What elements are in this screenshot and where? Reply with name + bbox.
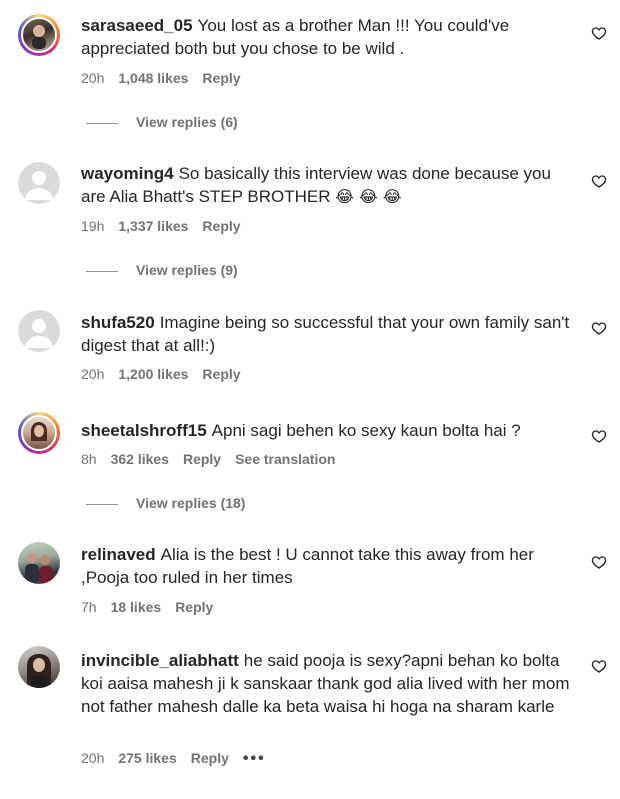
view-replies-button[interactable]: View replies (18) [86, 495, 245, 511]
likes-count[interactable]: 1,048 likes [118, 70, 188, 86]
reply-button[interactable]: Reply [202, 218, 240, 234]
comment-username[interactable]: sheetalshroff15 [81, 421, 207, 440]
comment-body: Apni sagi behen ko sexy kaun bolta hai ? [211, 421, 521, 440]
more-options-icon[interactable]: ••• [243, 750, 266, 767]
comment-time[interactable]: 20h [81, 70, 104, 86]
comment-meta: 19h 1,337 likes Reply [81, 218, 255, 234]
heart-outline-icon[interactable] [591, 25, 607, 41]
see-translation-button[interactable]: See translation [235, 451, 335, 467]
comment-username[interactable]: wayoming4 [81, 164, 174, 183]
comment-meta: 20h 1,048 likes Reply [81, 70, 255, 86]
likes-count[interactable]: 1,200 likes [118, 366, 188, 382]
reply-button[interactable]: Reply [183, 451, 221, 467]
comment-text: relinaved Alia is the best ! U cannot tak… [81, 543, 571, 589]
view-replies-label: View replies (6) [136, 114, 238, 130]
reply-button[interactable]: Reply [191, 750, 229, 766]
likes-count[interactable]: 275 likes [118, 750, 176, 766]
comment-meta: 20h 275 likes Reply ••• [81, 750, 280, 768]
reply-button[interactable]: Reply [202, 70, 240, 86]
comment-text: sarasaeed_05 You lost as a brother Man !!… [81, 14, 571, 60]
laughing-emoji: 😂 😂 😂 [335, 187, 402, 206]
default-avatar-icon[interactable] [18, 162, 60, 204]
divider-line [86, 503, 118, 505]
view-replies-button[interactable]: View replies (6) [86, 114, 238, 130]
comment-time[interactable]: 7h [81, 599, 97, 615]
likes-count[interactable]: 18 likes [111, 599, 162, 615]
comment-username[interactable]: relinaved [81, 545, 156, 564]
heart-outline-icon[interactable] [591, 320, 607, 336]
heart-outline-icon[interactable] [591, 428, 607, 444]
comment-text: wayoming4 So basically this interview was… [81, 162, 571, 208]
heart-outline-icon[interactable] [591, 658, 607, 674]
avatar[interactable] [18, 646, 60, 688]
comment-meta: 20h 1,200 likes Reply [81, 366, 255, 382]
comment-username[interactable]: invincible_aliabhatt [81, 651, 239, 670]
likes-count[interactable]: 362 likes [111, 451, 169, 467]
view-replies-label: View replies (9) [136, 262, 238, 278]
comment-text: invincible_aliabhatt he said pooja is sex… [81, 649, 571, 718]
likes-count[interactable]: 1,337 likes [118, 218, 188, 234]
view-replies-label: View replies (18) [136, 495, 246, 511]
default-avatar-icon[interactable] [18, 310, 60, 352]
comment-username[interactable]: sarasaeed_05 [81, 16, 193, 35]
comment-time[interactable]: 8h [81, 451, 97, 467]
comment-meta: 8h 362 likes Reply See translation [81, 451, 349, 467]
reply-button[interactable]: Reply [175, 599, 213, 615]
reply-button[interactable]: Reply [202, 366, 240, 382]
comment-username[interactable]: shufa520 [81, 313, 155, 332]
comment-time[interactable]: 20h [81, 366, 104, 382]
comment-time[interactable]: 19h [81, 218, 104, 234]
comment-meta: 7h 18 likes Reply [81, 599, 227, 615]
avatar[interactable] [18, 14, 60, 56]
divider-line [86, 270, 118, 272]
divider-line [86, 122, 118, 124]
comment-text: sheetalshroff15 Apni sagi behen ko sexy k… [81, 419, 571, 442]
comment-text: shufa520 Imagine being so successful that… [81, 311, 571, 357]
view-replies-button[interactable]: View replies (9) [86, 262, 238, 278]
comment-time[interactable]: 20h [81, 750, 104, 766]
heart-outline-icon[interactable] [591, 173, 607, 189]
avatar[interactable] [18, 412, 60, 454]
avatar[interactable] [18, 542, 60, 584]
heart-outline-icon[interactable] [591, 554, 607, 570]
